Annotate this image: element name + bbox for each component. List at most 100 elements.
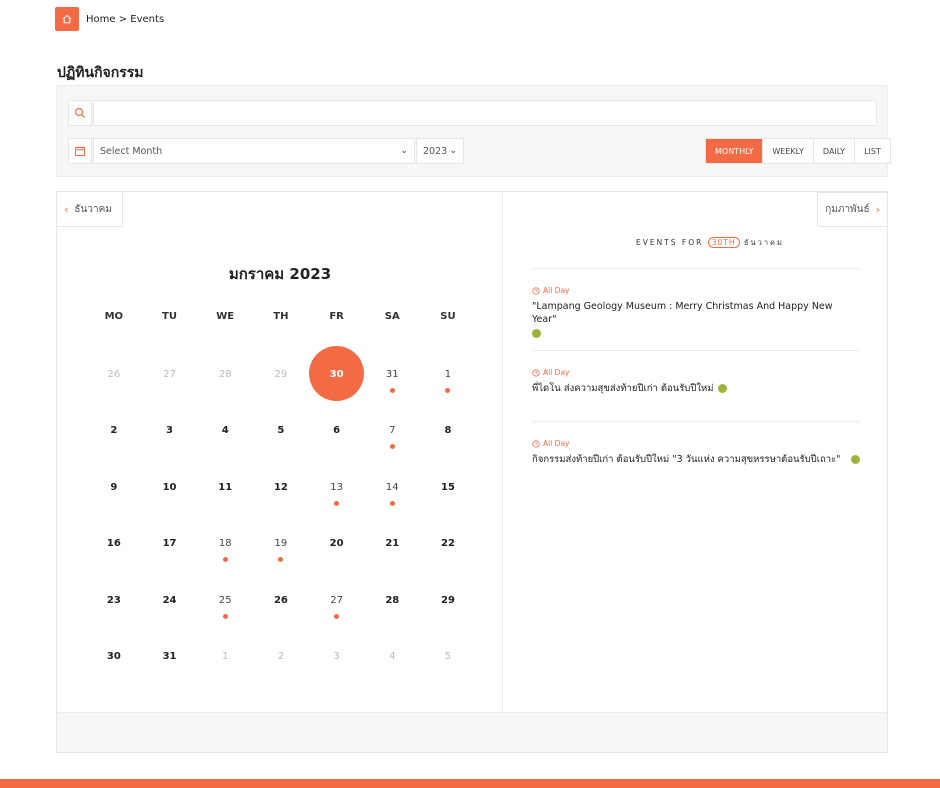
calendar-container: ‹ ธันวาคม กุมภาพันธ์ › มกราคม 2023 MO TU… xyxy=(56,191,888,753)
prev-month-button[interactable]: ‹ ธันวาคม xyxy=(57,192,123,227)
chevron-down-icon: ⌄ xyxy=(449,146,457,156)
events-list: All Day "Lampang Geology Museum : Merry … xyxy=(532,268,860,466)
event-title[interactable]: กิจกรรมส่งท้ายปีเก่า ต้อนรับปีใหม่ "3 วั… xyxy=(532,453,860,466)
day-cell[interactable]: 29 xyxy=(253,344,309,400)
search-input[interactable] xyxy=(93,100,877,126)
day-cell[interactable]: 10 xyxy=(142,457,198,513)
day-cell[interactable]: 3 xyxy=(309,626,365,682)
day-number: 23 xyxy=(106,594,121,606)
breadcrumb-home[interactable]: Home xyxy=(86,14,116,25)
event-title[interactable]: พี่ไดโน ส่งความสุขส่งท้ายปีเก่า ต้อนรับป… xyxy=(532,382,860,395)
day-cell[interactable]: 27 xyxy=(142,344,198,400)
prev-month-label: ธันวาคม xyxy=(74,203,112,215)
day-cell[interactable]: 15 xyxy=(420,457,476,513)
next-month-button[interactable]: กุมภาพันธ์ › xyxy=(817,192,888,227)
day-cell[interactable]: 31 xyxy=(364,344,420,400)
day-cell[interactable]: 18 xyxy=(197,513,253,569)
day-number: 6 xyxy=(333,425,341,437)
tab-monthly[interactable]: MONTHLY xyxy=(706,139,763,163)
month-calendar: ‹ ธันวาคม กุมภาพันธ์ › มกราคม 2023 MO TU… xyxy=(57,192,888,712)
day-cell[interactable]: 6 xyxy=(309,400,365,456)
day-cell[interactable]: 28 xyxy=(197,344,253,400)
day-cell[interactable]: 19 xyxy=(253,513,309,569)
chevron-left-icon: ‹ xyxy=(64,202,69,216)
day-cell[interactable]: 9 xyxy=(86,457,142,513)
day-cell[interactable]: 20 xyxy=(309,513,365,569)
weekday-label: SU xyxy=(440,311,456,322)
event-item[interactable]: All Day กิจกรรมส่งท้ายปีเก่า ต้อนรับปีให… xyxy=(532,421,860,466)
day-grid: 26 27 28 29 30 31 1 2 3 4 5 6 7 8 9 10 11 12 13 14 15 16 17 18 1… xyxy=(86,344,476,682)
event-time-label: All Day xyxy=(543,439,570,448)
breadcrumb-current: Events xyxy=(130,14,165,25)
day-cell[interactable]: 27 xyxy=(309,570,365,626)
day-cell[interactable]: 3 xyxy=(142,400,198,456)
day-number: 31 xyxy=(162,650,177,662)
day-number: 3 xyxy=(333,650,340,662)
day-cell[interactable]: 13 xyxy=(309,457,365,513)
event-title-text: กิจกรรมส่งท้ายปีเก่า ต้อนรับปีใหม่ "3 วั… xyxy=(532,454,841,465)
day-cell[interactable]: 31 xyxy=(142,626,198,682)
clock-icon xyxy=(532,439,540,448)
day-number: 19 xyxy=(274,538,288,550)
chevron-down-icon: ⌄ xyxy=(400,146,408,156)
day-cell[interactable]: 26 xyxy=(86,344,142,400)
day-number: 29 xyxy=(441,594,455,606)
day-number: 5 xyxy=(444,650,452,662)
chevron-right-icon: › xyxy=(875,203,880,216)
home-button[interactable] xyxy=(55,7,79,31)
day-cell[interactable]: 2 xyxy=(86,400,142,456)
event-indicator-dot xyxy=(222,557,228,563)
day-number: 18 xyxy=(218,538,232,550)
day-cell[interactable]: 30 xyxy=(86,626,142,682)
search-icon xyxy=(74,107,85,118)
day-number: 17 xyxy=(162,538,177,550)
day-number: 25 xyxy=(218,594,232,606)
tab-list[interactable]: LIST xyxy=(854,139,890,163)
day-cell[interactable]: 14 xyxy=(364,457,420,513)
day-cell-today[interactable]: 30 xyxy=(309,344,365,401)
day-cell[interactable]: 26 xyxy=(253,570,309,626)
day-cell[interactable]: 23 xyxy=(86,570,142,626)
event-item[interactable]: All Day "Lampang Geology Museum : Merry … xyxy=(532,268,860,350)
day-number: 14 xyxy=(385,481,399,493)
day-cell[interactable]: 28 xyxy=(364,570,420,626)
day-cell[interactable]: 2 xyxy=(253,626,309,682)
day-number: 28 xyxy=(385,594,400,606)
day-cell[interactable]: 1 xyxy=(197,626,253,682)
day-cell[interactable]: 7 xyxy=(364,400,420,456)
month-title: มกราคม 2023 xyxy=(228,265,332,283)
tab-weekly[interactable]: WEEKLY xyxy=(762,139,813,163)
day-cell[interactable]: 21 xyxy=(364,513,420,569)
day-number: 7 xyxy=(389,425,396,437)
day-number: 12 xyxy=(273,481,288,493)
day-cell[interactable]: 5 xyxy=(420,626,476,682)
calendar-footer xyxy=(57,712,887,752)
day-cell[interactable]: 11 xyxy=(197,457,253,513)
month-select[interactable]: Select Month ⌄ xyxy=(93,138,415,164)
tab-daily[interactable]: DAILY xyxy=(812,139,854,163)
breadcrumb-separator: > xyxy=(118,14,128,25)
day-cell[interactable]: 1 xyxy=(420,344,476,400)
weekday-label: SA xyxy=(384,311,400,322)
event-item[interactable]: All Day พี่ไดโน ส่งความสุขส่งท้ายปีเก่า … xyxy=(532,350,860,421)
day-cell[interactable]: 4 xyxy=(197,400,253,456)
day-number: 22 xyxy=(441,538,455,550)
event-indicator-dot xyxy=(222,613,228,619)
day-number: 13 xyxy=(330,481,343,493)
day-cell[interactable]: 24 xyxy=(142,570,198,626)
day-cell[interactable]: 25 xyxy=(197,570,253,626)
day-cell[interactable]: 22 xyxy=(420,513,476,569)
day-cell[interactable]: 12 xyxy=(253,457,309,513)
day-cell[interactable]: 8 xyxy=(420,400,476,456)
events-heading-date: 30TH xyxy=(707,237,740,248)
event-title[interactable]: "Lampang Geology Museum : Merry Christma… xyxy=(532,300,860,339)
day-cell[interactable]: 4 xyxy=(364,626,420,682)
day-cell[interactable]: 17 xyxy=(142,513,198,569)
day-number: 30 xyxy=(106,650,121,662)
year-select[interactable]: 2023 ⌄ xyxy=(416,138,464,164)
day-cell[interactable]: 5 xyxy=(253,400,309,456)
day-cell[interactable]: 29 xyxy=(420,570,476,626)
event-category-dot xyxy=(717,384,727,393)
day-cell[interactable]: 16 xyxy=(86,513,142,569)
clock-icon xyxy=(532,286,540,295)
